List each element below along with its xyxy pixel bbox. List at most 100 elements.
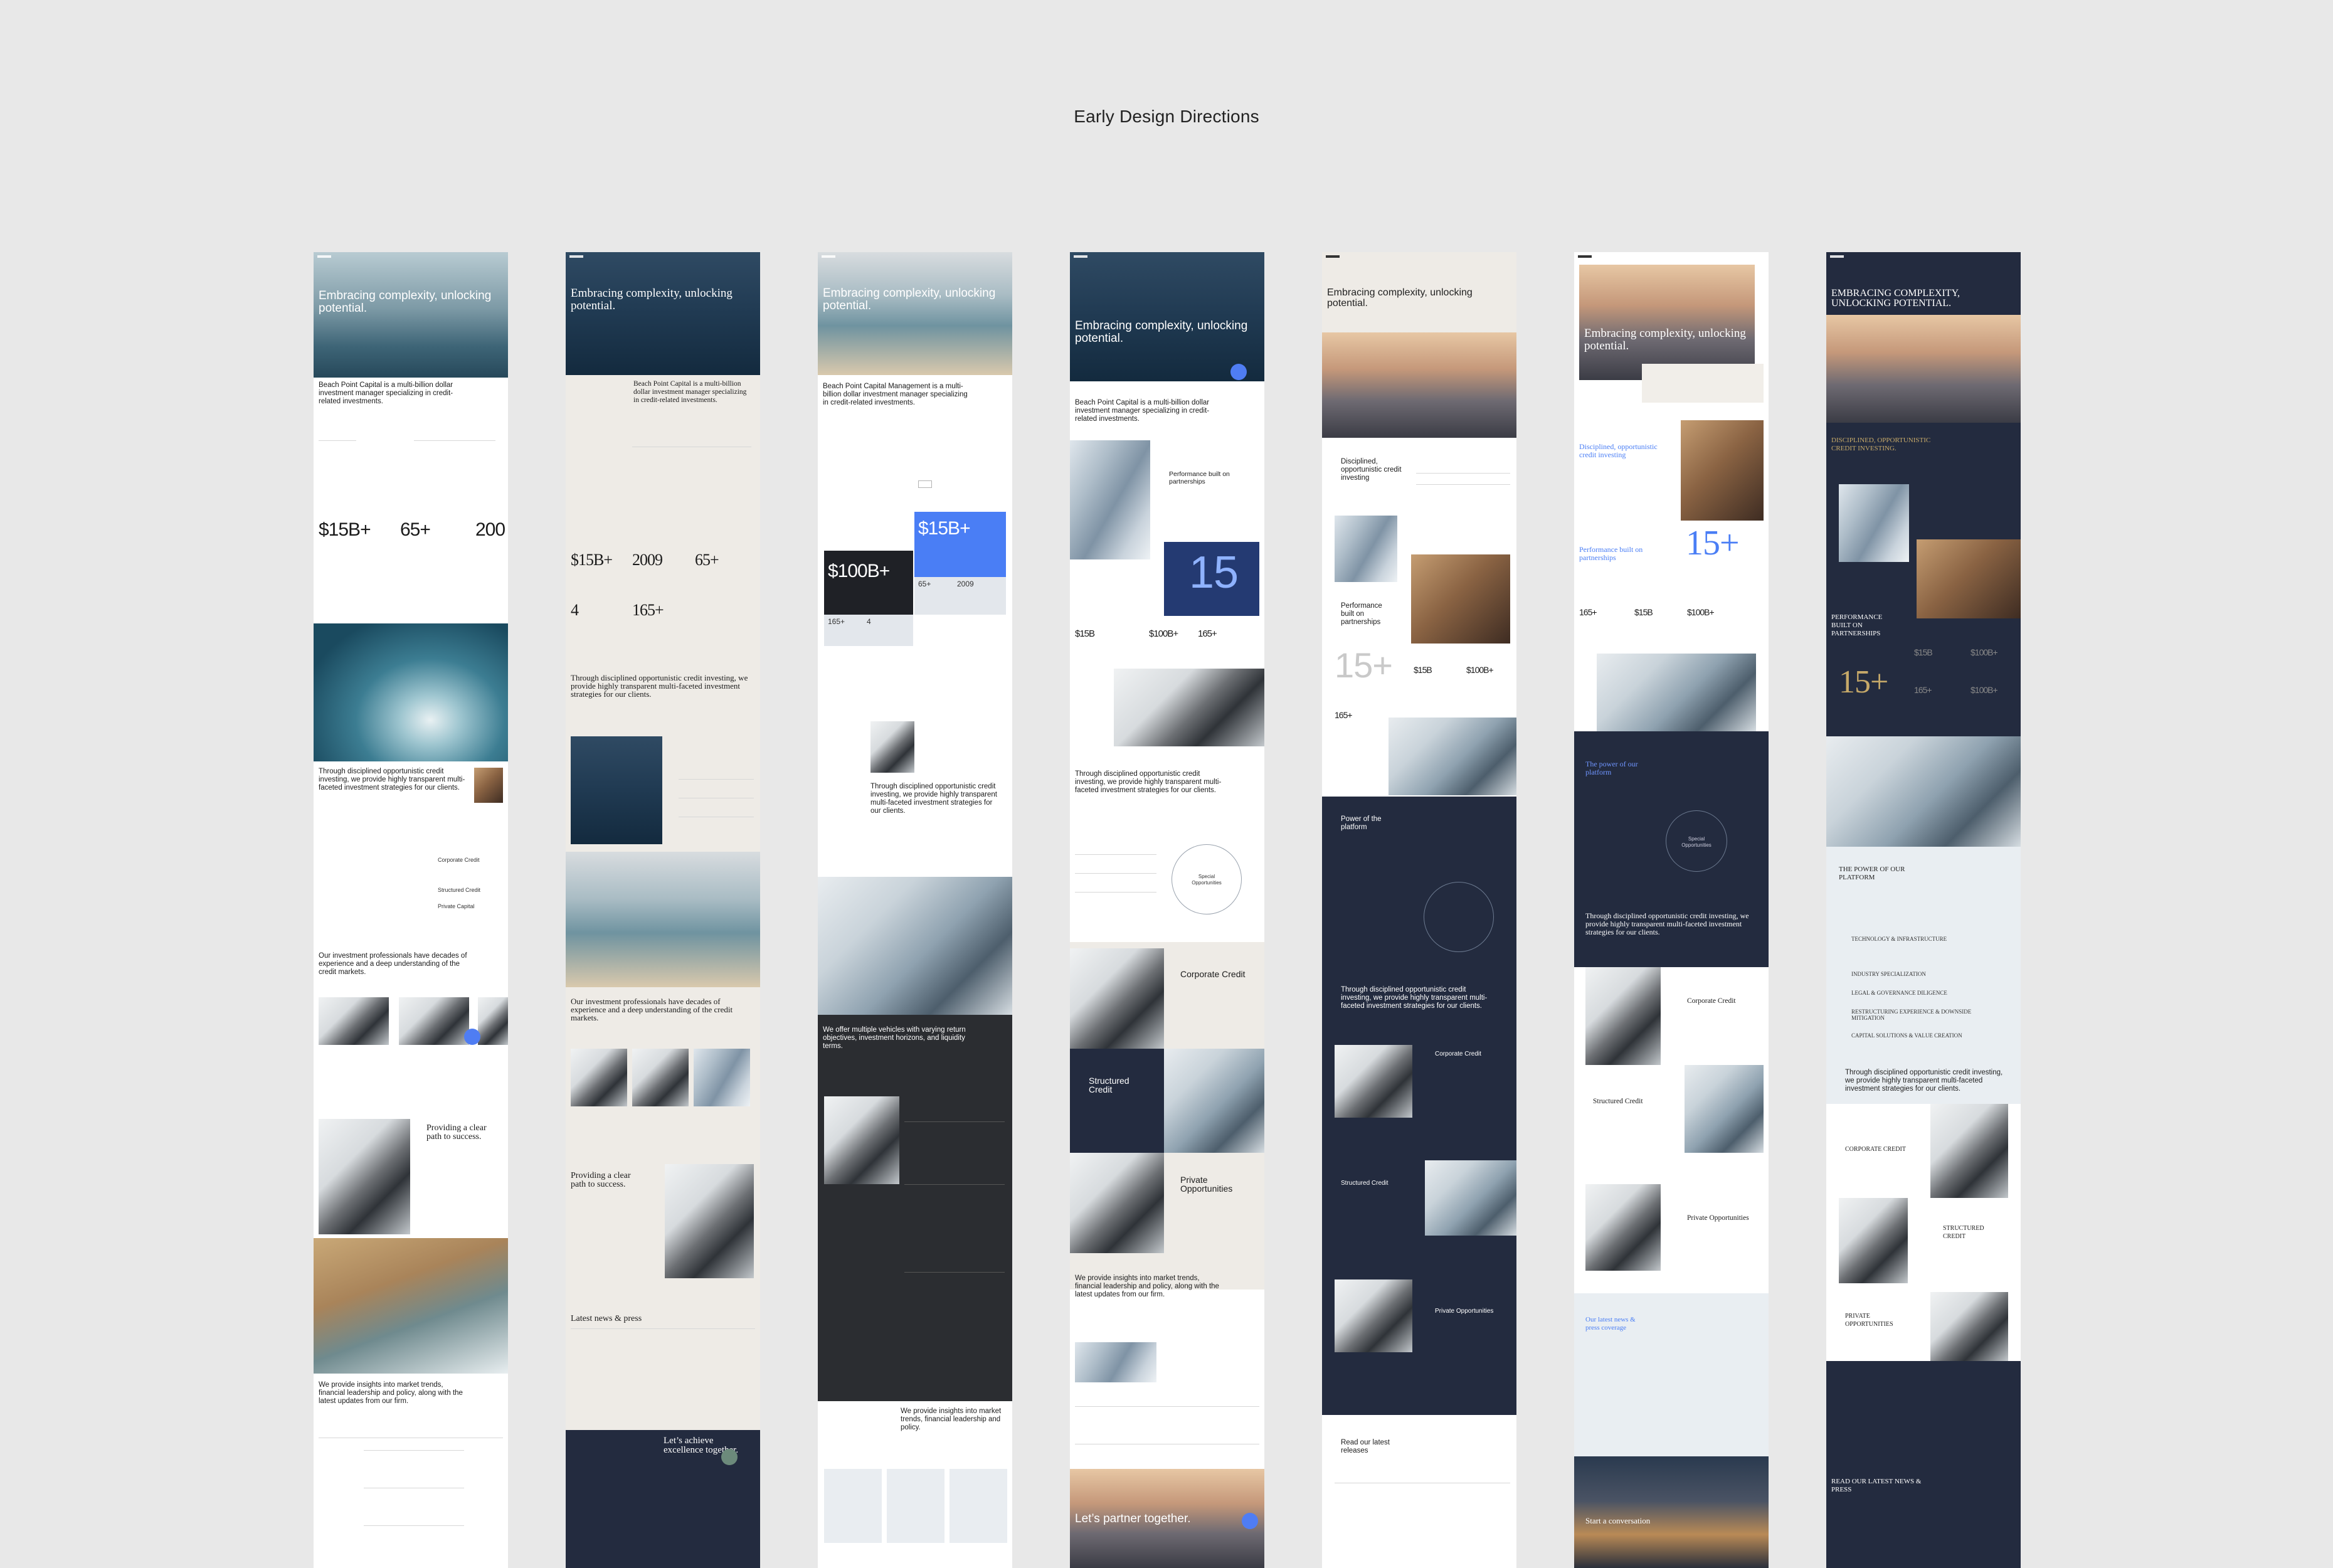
stat-offices: 4	[571, 601, 579, 619]
list-capital[interactable]: CAPITAL SOLUTIONS & VALUE CREATION	[1851, 1032, 1977, 1039]
design-direction-3[interactable]: Embracing complexity, unlocking potentia…	[818, 252, 1012, 1568]
team-photo-2	[399, 997, 469, 1045]
list-structured[interactable]: Structured Credit	[438, 887, 480, 893]
strategy-photo-1	[1070, 948, 1164, 1049]
list-corporate[interactable]: Corporate Credit	[438, 857, 480, 863]
path-heading: Providing a clear path to success.	[571, 1171, 631, 1189]
news-heading: Latest news & press	[571, 1314, 642, 1323]
stat-employees: 165+	[1579, 607, 1597, 617]
thumbnail-image	[474, 768, 503, 803]
design-direction-2[interactable]: Embracing complexity, unlocking potentia…	[566, 252, 760, 1568]
big-stat: 15+	[1335, 645, 1393, 685]
hero-heading: Embracing complexity, unlocking potentia…	[319, 289, 492, 315]
aerial-image	[571, 736, 662, 844]
scroll-button[interactable]	[1230, 364, 1247, 380]
news-card[interactable]	[887, 1469, 944, 1543]
strategy-photo-1	[1930, 1104, 2008, 1198]
hero-image	[1826, 315, 2021, 423]
hero-heading: Embracing complexity, unlocking potentia…	[823, 287, 996, 312]
hero-image: Embracing complexity, unlocking potentia…	[314, 252, 508, 378]
beach-image	[566, 852, 760, 987]
stat-grid-2: 165+ 4	[824, 615, 913, 646]
profile-photo	[870, 721, 914, 773]
strategy-photo-1	[1335, 1045, 1412, 1118]
start-heading: Start a conversation	[1585, 1516, 1651, 1525]
stat-total-block: $100B+	[824, 551, 913, 615]
through-text: Through disciplined opportunistic credit…	[1845, 1069, 2003, 1093]
news-card[interactable]	[950, 1469, 1007, 1543]
news-image	[1075, 1342, 1156, 1382]
through-text: Through disciplined opportunistic credit…	[1585, 911, 1749, 936]
stat-professionals: 65+	[400, 519, 431, 540]
stat-founded: 2009	[957, 580, 974, 588]
logo	[1326, 255, 1340, 258]
logo	[1830, 255, 1844, 258]
stat-employees: 165+	[1198, 628, 1217, 639]
strategy-photo-2	[1425, 1160, 1516, 1236]
news-card[interactable]	[824, 1469, 882, 1543]
strategy-photo-3	[1930, 1292, 2008, 1361]
stat-employees: 165+	[1914, 685, 1932, 695]
intro-box	[1642, 364, 1764, 403]
big-stat-block: 15	[1164, 542, 1259, 616]
platform-section: The power of our platform Special Opport…	[1574, 731, 1769, 967]
team-photo-2	[632, 1049, 689, 1106]
nav-bar	[1070, 252, 1264, 262]
design-direction-1[interactable]: Embracing complexity, unlocking potentia…	[314, 252, 508, 1568]
perf-heading: Performance built on partnerships	[1579, 545, 1643, 562]
insights-text: We provide insights into market trends, …	[319, 1381, 463, 1405]
design-direction-5[interactable]: Embracing complexity, unlocking potentia…	[1322, 252, 1516, 1568]
strategies-section: Corporate Credit Structured Credit Priva…	[1574, 967, 1769, 1293]
stat-grid: 65+ 2009	[914, 577, 1006, 615]
hero-image: Embracing complexity, unlocking potentia…	[1579, 265, 1755, 380]
stat-employees: 165+	[828, 617, 845, 626]
list-restructuring[interactable]: RESTRUCTURING EXPERIENCE & DOWNSIDE MITI…	[1851, 1009, 1977, 1021]
nav-bar	[818, 252, 1012, 262]
footer-cta: Let’s achieve excellence together.	[566, 1430, 760, 1568]
nav-bar	[1826, 252, 2021, 262]
list-tech[interactable]: TECHNOLOGY & INFRASTRUCTURE	[1851, 936, 1964, 942]
diagram-label: Special Opportunities	[1192, 874, 1222, 886]
person-image	[1681, 420, 1764, 521]
stat-employees: 200	[475, 519, 505, 540]
platform-section: Power of the platform Through discipline…	[1322, 797, 1516, 1436]
list-private[interactable]: Private Capital	[438, 903, 475, 909]
perf-heading: PERFORMANCE BUILT ON PARTNERSHIPS	[1831, 613, 1883, 637]
disc-heading: DISCIPLINED, OPPORTUNISTIC CREDIT INVEST…	[1831, 437, 1931, 452]
design-direction-6[interactable]: Embracing complexity, unlocking potentia…	[1574, 252, 1769, 1568]
struct-heading: Structured Credit	[1341, 1180, 1389, 1187]
nav-bar	[1574, 252, 1769, 262]
design-direction-7[interactable]: EMBRACING COMPLEXITY, UNLOCKING POTENTIA…	[1826, 252, 2021, 1568]
big-stat: 15	[1189, 548, 1239, 598]
strategy-photo-1	[1585, 967, 1661, 1065]
strategy-photo-3	[1070, 1153, 1164, 1253]
corp-heading: Corporate Credit	[1687, 997, 1736, 1005]
pros-text: Our investment professionals have decade…	[319, 952, 467, 976]
list-industry[interactable]: INDUSTRY SPECIALIZATION	[1851, 971, 1977, 977]
news-section: Our latest news & press coverage	[1574, 1293, 1769, 1456]
disc-heading: Disciplined, opportunistic credit invest…	[1341, 458, 1402, 482]
page-title: Early Design Directions	[1074, 107, 1259, 126]
intro-text: Beach Point Capital is a multi-billion d…	[319, 381, 453, 405]
stat-total: $100B+	[1971, 647, 1998, 657]
struct-heading: Structured Credit	[1593, 1098, 1643, 1105]
insights-text: We provide insights into market trends, …	[1075, 1274, 1219, 1298]
nav-bar	[566, 252, 760, 262]
logo	[569, 255, 583, 258]
stat-professionals: 65+	[918, 580, 931, 588]
cta-button[interactable]	[1242, 1513, 1258, 1529]
logo	[1074, 255, 1087, 258]
carousel-next-button[interactable]	[464, 1029, 480, 1045]
meeting-image	[1389, 718, 1516, 795]
stat-total: $100B+	[1149, 628, 1178, 639]
stat-founded: 2009	[632, 551, 663, 569]
hero-image	[1322, 332, 1516, 438]
design-direction-4[interactable]: Embracing complexity, unlocking potentia…	[1070, 252, 1264, 1568]
interior-image	[1411, 554, 1510, 644]
big-stat: 15+	[1686, 524, 1740, 563]
cta-button[interactable]	[721, 1449, 738, 1465]
disc-heading: Disciplined, opportunistic credit invest…	[1579, 442, 1658, 459]
list-legal[interactable]: LEGAL & GOVERNANCE DILIGENCE	[1851, 990, 1977, 996]
intro-button[interactable]	[918, 480, 932, 488]
laptop-photo	[665, 1164, 754, 1278]
